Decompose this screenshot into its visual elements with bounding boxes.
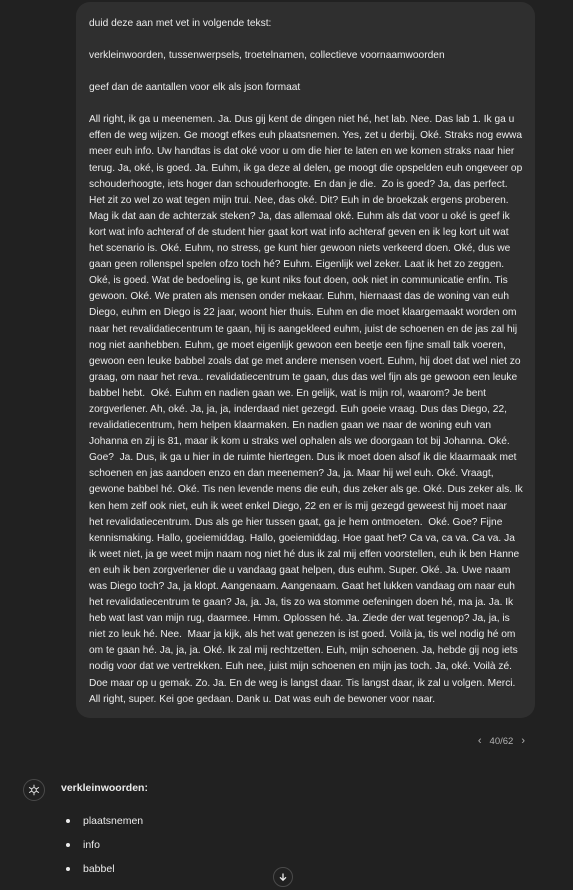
arrow-down-icon xyxy=(279,873,287,882)
chevron-left-icon[interactable]: ‹ xyxy=(478,735,482,747)
user-message-bubble: duid deze aan met vet in volgende tekst:… xyxy=(76,2,535,718)
assistant-heading: verkleinwoorden: xyxy=(61,782,148,794)
openai-logo-icon xyxy=(23,779,45,801)
user-message-request: geef dan de aantallen voor elk als json … xyxy=(89,82,301,94)
version-counter: 40/62 xyxy=(489,735,514,747)
user-message-instruction: duid deze aan met vet in volgende tekst: xyxy=(89,18,272,29)
user-message-transcript: All right, ik ga u meenemen. Ja. Dus gij… xyxy=(89,114,526,705)
list-item: babbel xyxy=(64,860,143,884)
assistant-list: plaatsnemen info babbel xyxy=(64,812,143,884)
scroll-to-bottom-button[interactable] xyxy=(273,867,293,887)
list-item: info xyxy=(64,836,143,860)
user-message-categories: verkleinwoorden, tussenwerpsels, troetel… xyxy=(89,50,445,62)
message-version-pager: ‹ 40/62 › xyxy=(478,735,525,747)
list-item: plaatsnemen xyxy=(64,812,143,836)
chevron-right-icon[interactable]: › xyxy=(521,735,525,747)
